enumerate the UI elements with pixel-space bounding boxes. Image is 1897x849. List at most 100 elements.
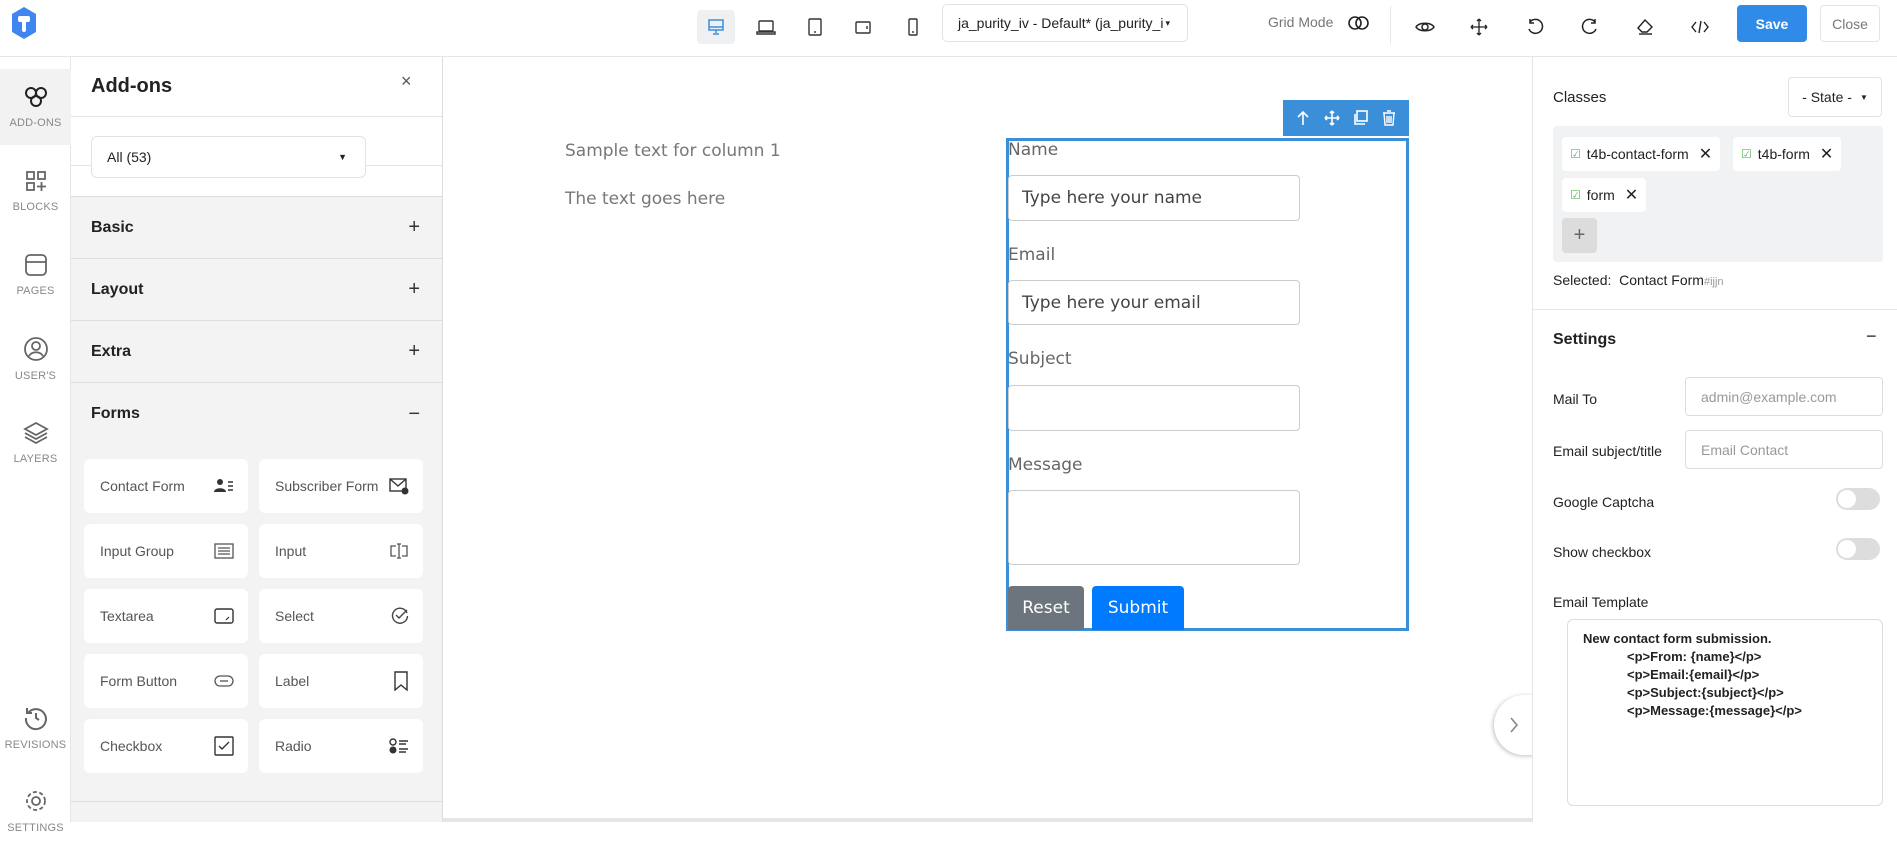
clone-icon[interactable]	[1352, 110, 1369, 126]
section-forms[interactable]: Forms −	[71, 383, 442, 445]
form-label-subject: Subject	[1008, 349, 1072, 369]
drag-move-icon[interactable]	[1324, 110, 1340, 126]
laptop-icon	[756, 20, 776, 35]
email-template-textarea[interactable]: New contact form submission. <p>From: {n…	[1567, 619, 1883, 806]
addon-label[interactable]: Label	[259, 654, 423, 708]
chevron-right-icon	[1510, 717, 1519, 733]
addon-subscriber-form[interactable]: Subscriber Form	[259, 459, 423, 513]
close-panel-icon[interactable]: ×	[401, 71, 412, 92]
rail-item-blocks[interactable]: BLOCKS	[0, 153, 71, 229]
gear-icon	[25, 791, 46, 811]
submit-button[interactable]: Submit	[1092, 586, 1184, 630]
undo-icon[interactable]	[1522, 14, 1548, 40]
mail-to-label: Mail To	[1553, 391, 1598, 407]
device-tablet-landscape-button[interactable]	[844, 10, 882, 44]
section-layout[interactable]: Layout +	[71, 259, 442, 321]
blocks-icon	[25, 171, 46, 191]
column-text[interactable]: Sample text for column 1	[565, 141, 781, 161]
email-template-label: Email Template	[1553, 594, 1649, 610]
device-laptop-button[interactable]	[747, 10, 785, 44]
rail-item-settings[interactable]: SETTINGS	[0, 773, 71, 849]
input-group-icon	[214, 543, 234, 559]
redo-icon[interactable]	[1577, 14, 1603, 40]
collapse-minus-icon[interactable]: −	[1866, 326, 1877, 347]
caret-down-icon: ▼	[1859, 92, 1868, 102]
class-tag: ☑ t4b-form ✕	[1733, 137, 1842, 171]
divider	[1390, 6, 1391, 44]
email-subject-label: Email subject/title	[1553, 443, 1662, 459]
checkbox-checked-icon[interactable]: ☑	[1570, 188, 1581, 202]
addon-textarea[interactable]: Textarea	[84, 589, 248, 643]
google-captcha-toggle[interactable]	[1836, 488, 1880, 510]
category-filter-select[interactable]: All (53) ▼	[91, 136, 366, 178]
addon-input[interactable]: Input	[259, 524, 423, 578]
history-icon	[24, 708, 47, 731]
button-icon	[214, 675, 234, 687]
mail-check-icon	[389, 478, 409, 495]
check-circle-icon	[391, 607, 409, 624]
rail-item-layers[interactable]: LAYERS	[0, 405, 71, 481]
addon-contact-form[interactable]: Contact Form	[84, 459, 248, 513]
checkbox-checked-icon[interactable]: ☑	[1570, 147, 1581, 161]
rail-item-pages[interactable]: PAGES	[0, 237, 71, 313]
device-mobile-button[interactable]	[894, 10, 932, 44]
rail-item-addons[interactable]: ADD-ONS	[0, 69, 71, 145]
section-extra[interactable]: Extra +	[71, 321, 442, 383]
device-desktop-button[interactable]	[697, 10, 735, 44]
classes-label: Classes	[1553, 89, 1607, 106]
plus-icon: +	[408, 340, 420, 362]
checkbox-icon	[214, 736, 234, 756]
move-icon[interactable]	[1466, 14, 1492, 40]
close-button[interactable]: Close	[1820, 5, 1880, 42]
template-select[interactable]: ja_purity_iv - Default* (ja_purity_i ▾	[942, 4, 1188, 42]
trash-icon[interactable]	[1381, 110, 1397, 126]
preview-eye-icon[interactable]	[1412, 14, 1438, 40]
message-textarea[interactable]	[1008, 490, 1300, 565]
column-text[interactable]: The text goes here	[565, 189, 725, 209]
rail-item-users[interactable]: USER'S	[0, 321, 71, 397]
state-select[interactable]: - State - ▼	[1788, 77, 1882, 117]
remove-class-icon[interactable]: ✕	[1625, 185, 1638, 205]
save-button[interactable]: Save	[1737, 5, 1807, 42]
subject-input[interactable]	[1008, 385, 1300, 431]
bookmark-icon	[394, 671, 408, 691]
horizontal-scrollbar[interactable]	[443, 818, 1532, 822]
add-class-button[interactable]: +	[1562, 218, 1597, 253]
eraser-icon[interactable]	[1632, 14, 1658, 40]
left-rail: ADD-ONS BLOCKS PAGES USER'S LAYERS REVIS…	[0, 57, 71, 834]
google-captcha-label: Google Captcha	[1553, 494, 1655, 510]
select-parent-arrow-icon[interactable]	[1295, 110, 1311, 126]
addon-checkbox[interactable]: Checkbox	[84, 719, 248, 773]
layers-icon	[22, 421, 49, 445]
user-icon	[23, 337, 48, 361]
minus-icon: −	[408, 402, 420, 425]
addon-form-button[interactable]: Form Button	[84, 654, 248, 708]
tablet-icon	[808, 18, 822, 36]
contact-card-icon	[214, 479, 233, 492]
rail-item-revisions[interactable]: REVISIONS	[0, 690, 71, 766]
addon-input-group[interactable]: Input Group	[84, 524, 248, 578]
mobile-icon	[908, 18, 918, 36]
text-cursor-icon	[390, 543, 408, 559]
mail-to-input[interactable]: admin@example.com	[1685, 377, 1883, 416]
code-icon[interactable]	[1687, 14, 1713, 40]
remove-class-icon[interactable]: ✕	[1699, 144, 1712, 164]
radio-list-icon	[389, 738, 408, 754]
device-tablet-button[interactable]	[796, 10, 834, 44]
show-checkbox-toggle[interactable]	[1836, 538, 1880, 560]
section-basic[interactable]: Basic +	[71, 197, 442, 259]
checkbox-checked-icon[interactable]: ☑	[1741, 147, 1752, 161]
addon-select[interactable]: Select	[259, 589, 423, 643]
email-subject-input[interactable]: Email Contact	[1685, 430, 1883, 469]
reset-button[interactable]: Reset	[1008, 586, 1084, 630]
addon-radio[interactable]: Radio	[259, 719, 423, 773]
show-checkbox-label: Show checkbox	[1553, 544, 1652, 560]
top-toolbar: ja_purity_iv - Default* (ja_purity_i ▾ Gr…	[0, 0, 1897, 57]
app-logo[interactable]	[10, 6, 38, 40]
panel-title: Add-ons	[91, 75, 173, 97]
name-input[interactable]: Type here your name	[1008, 175, 1300, 221]
grid-mode-toggle[interactable]	[1348, 15, 1370, 31]
caret-down-icon: ▼	[338, 152, 347, 162]
email-input[interactable]: Type here your email	[1008, 280, 1300, 325]
remove-class-icon[interactable]: ✕	[1820, 144, 1833, 164]
